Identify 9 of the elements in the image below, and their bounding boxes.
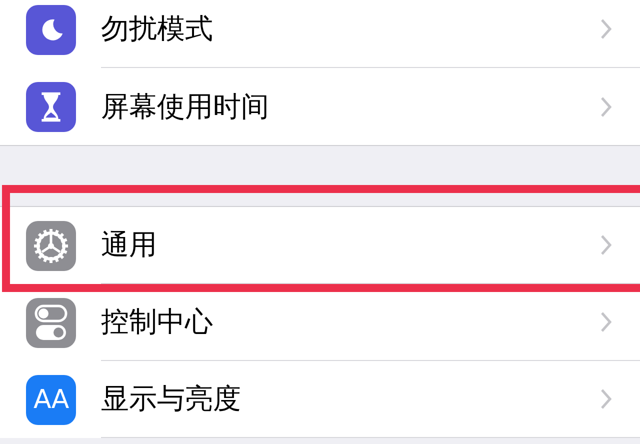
toggle-switches-icon bbox=[34, 304, 68, 342]
chevron-icon bbox=[600, 388, 612, 410]
chevron-icon bbox=[600, 311, 612, 333]
chevron-icon bbox=[600, 234, 612, 256]
hourglass-icon bbox=[39, 90, 63, 122]
chevron-icon bbox=[600, 18, 612, 40]
setting-label[interactable]: 显示与亮度 bbox=[101, 378, 600, 420]
text-size-icon: AA bbox=[34, 386, 68, 412]
chevron-icon bbox=[600, 96, 612, 118]
